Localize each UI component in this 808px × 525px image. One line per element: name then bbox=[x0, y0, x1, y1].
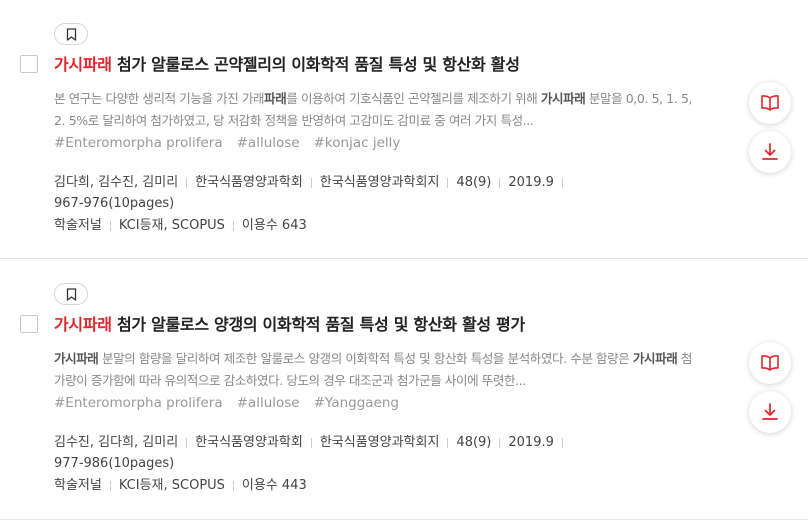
bookmark-icon bbox=[66, 27, 76, 41]
title-text: 첨가 알룰로스 양갱의 이화학적 품질 특성 및 항산화 활성 평가 bbox=[111, 315, 525, 334]
result-divider bbox=[0, 519, 808, 520]
download-button[interactable] bbox=[749, 131, 791, 173]
separator bbox=[186, 177, 188, 188]
publisher[interactable]: 한국식품영양과학회 bbox=[195, 175, 303, 190]
separator bbox=[232, 480, 234, 491]
index-info: KCI등재, SCOPUS bbox=[118, 478, 225, 493]
publication-meta: 김수진, 김다희, 김미리 한국식품영양과학회 한국식품영양과학회지 48(9) 201… bbox=[54, 432, 614, 474]
authors[interactable]: 김다희, 김수진, 김미리 bbox=[54, 175, 178, 190]
journal-name[interactable]: 한국식품영양과학회지 bbox=[320, 435, 440, 450]
book-open-icon bbox=[761, 95, 779, 111]
publication-meta: 김다희, 김수진, 김미리 한국식품영양과학회 한국식품영양과학회지 48(9) 201… bbox=[54, 172, 614, 214]
separator bbox=[499, 177, 501, 188]
publication-info: 학술저널 KCI등재, SCOPUS 이용수 443 bbox=[54, 474, 307, 493]
select-checkbox[interactable] bbox=[20, 315, 38, 333]
keyword-list: #Enteromorpha prolifera #allulose #Yanggae… bbox=[54, 395, 413, 411]
separator bbox=[109, 480, 111, 491]
keyword-tag[interactable]: #allulose bbox=[237, 135, 300, 151]
volume-issue[interactable]: 48(9) bbox=[456, 435, 491, 450]
usage-count: 이용수 643 bbox=[241, 218, 307, 233]
bookmark-icon bbox=[66, 287, 76, 301]
download-icon bbox=[762, 403, 778, 420]
document-type: 학술저널 bbox=[54, 478, 102, 493]
publication-info: 학술저널 KCI등재, SCOPUS 이용수 643 bbox=[54, 214, 307, 233]
separator bbox=[447, 437, 449, 448]
publisher[interactable]: 한국식품영양과학회 bbox=[195, 435, 303, 450]
separator bbox=[109, 220, 111, 231]
article-title-link[interactable]: 가시파래 첨가 알룰로스 곤약젤리의 이화학적 품질 특성 및 항산화 활성 bbox=[54, 51, 734, 75]
title-highlight: 가시파래 bbox=[54, 315, 112, 334]
abstract-text-highlight: 가시파래 bbox=[540, 91, 586, 106]
search-result-item: 가시파래 첨가 알룰로스 곤약젤리의 이화학적 품질 특성 및 항산화 활성본 … bbox=[0, 0, 808, 258]
journal-name[interactable]: 한국식품영양과학회지 bbox=[320, 175, 440, 190]
keyword-tag[interactable]: #Yanggaeng bbox=[314, 395, 399, 411]
download-button[interactable] bbox=[749, 391, 791, 433]
page-range: 967-976(10pages) bbox=[54, 196, 175, 211]
page-range: 977-986(10pages) bbox=[54, 456, 175, 471]
separator bbox=[186, 437, 188, 448]
keyword-list: #Enteromorpha prolifera #allulose #konjac … bbox=[54, 135, 414, 151]
title-highlight: 가시파래 bbox=[54, 55, 112, 74]
abstract-text-highlight: 가시파래 bbox=[54, 351, 99, 366]
keyword-tag[interactable]: #Enteromorpha prolifera bbox=[54, 135, 223, 151]
read-button[interactable] bbox=[749, 82, 791, 124]
abstract-text-highlight: 파래 bbox=[264, 91, 287, 106]
download-icon bbox=[762, 143, 778, 160]
keyword-tag[interactable]: #Enteromorpha prolifera bbox=[54, 395, 223, 411]
book-open-icon bbox=[761, 355, 779, 371]
bookmark-button[interactable] bbox=[54, 283, 88, 305]
title-text: 첨가 알룰로스 곤약젤리의 이화학적 품질 특성 및 항산화 활성 bbox=[111, 55, 520, 74]
bookmark-button[interactable] bbox=[54, 23, 88, 45]
article-title-link[interactable]: 가시파래 첨가 알룰로스 양갱의 이화학적 품질 특성 및 항산화 활성 평가 bbox=[54, 311, 734, 335]
abstract-snippet: 본 연구는 다양한 생리적 기능을 가진 가래파래를 이용하여 기호식품인 곤약… bbox=[54, 88, 694, 132]
abstract-snippet: 가시파래 분말의 함량을 달리하여 제조한 알룰로스 양갱의 이화학적 특성 및… bbox=[54, 348, 694, 392]
result-divider bbox=[0, 258, 808, 259]
usage-count: 이용수 443 bbox=[241, 478, 307, 493]
abstract-text: 분말의 함량을 달리하여 제조한 알룰로스 양갱의 이화학적 특성 및 항산화 … bbox=[98, 351, 633, 366]
document-type: 학술저널 bbox=[54, 218, 102, 233]
index-info: KCI등재, SCOPUS bbox=[118, 218, 225, 233]
separator bbox=[561, 437, 563, 448]
authors[interactable]: 김수진, 김다희, 김미리 bbox=[54, 435, 178, 450]
separator bbox=[499, 437, 501, 448]
keyword-tag[interactable]: #allulose bbox=[237, 395, 300, 411]
publish-date: 2019.9 bbox=[508, 175, 554, 190]
abstract-text: 를 이용하여 기호식품인 곤약젤리를 제조하기 위해 bbox=[286, 91, 541, 106]
volume-issue[interactable]: 48(9) bbox=[456, 175, 491, 190]
abstract-text-highlight: 가시파래 bbox=[632, 351, 678, 366]
separator bbox=[232, 220, 234, 231]
keyword-tag[interactable]: #konjac jelly bbox=[314, 135, 401, 151]
separator bbox=[447, 177, 449, 188]
separator bbox=[310, 437, 312, 448]
abstract-text: 본 연구는 다양한 생리적 기능을 가진 가래 bbox=[54, 91, 265, 106]
select-checkbox[interactable] bbox=[20, 55, 38, 73]
separator bbox=[310, 177, 312, 188]
read-button[interactable] bbox=[749, 342, 791, 384]
search-result-item: 가시파래 첨가 알룰로스 양갱의 이화학적 품질 특성 및 항산화 활성 평가 가… bbox=[0, 260, 808, 518]
separator bbox=[561, 177, 563, 188]
publish-date: 2019.9 bbox=[508, 435, 554, 450]
